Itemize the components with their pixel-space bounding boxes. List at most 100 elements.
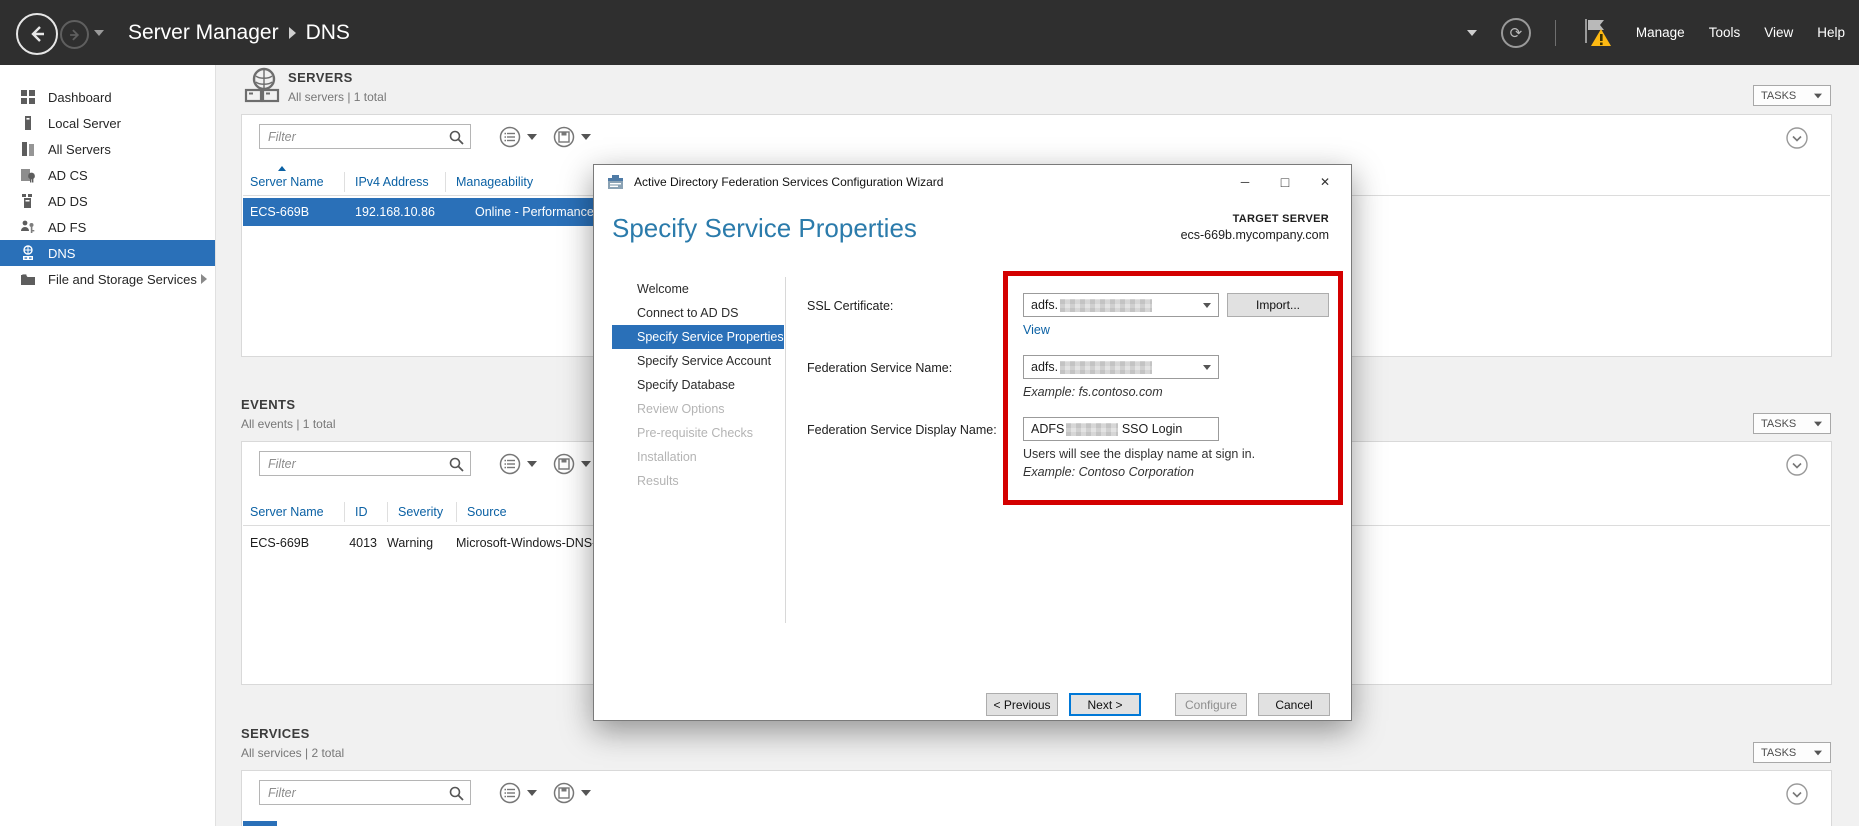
step-specify-database[interactable]: Specify Database [612,373,784,397]
events-collapse-button[interactable] [1785,453,1809,477]
sidebar-item-ad-ds[interactable]: AD DS [0,188,215,214]
servers-collapse-button[interactable] [1785,126,1809,150]
top-menu: ⟳ Manage Tools View Help [1467,0,1845,65]
sort-ascending-icon [278,166,286,171]
breadcrumb-app[interactable]: Server Manager [128,21,279,45]
services-collapse-button[interactable] [1785,782,1809,806]
adfs-wizard-dialog: Active Directory Federation Services Con… [593,164,1352,721]
certificate-icon [20,167,36,183]
events-view-options-button[interactable] [498,451,538,477]
target-server-block: TARGET SERVER ecs-669b.mycompany.com [1181,213,1329,242]
next-button[interactable]: Next > [1069,693,1141,716]
dialog-titlebar[interactable]: Active Directory Federation Services Con… [594,165,1351,198]
step-specify-service-account[interactable]: Specify Service Account [612,349,784,373]
import-button[interactable]: Import... [1227,293,1329,317]
search-icon [448,129,465,146]
servers-section-title: SERVERS [288,70,353,85]
servers-filter-input[interactable] [260,125,470,148]
menu-help[interactable]: Help [1817,25,1845,40]
notifications-flag-icon[interactable] [1580,17,1612,49]
sidebar-item-local-server[interactable]: Local Server [0,110,215,136]
list-options-icon [498,125,522,149]
dropdown-icon [581,134,591,140]
services-filter-input[interactable] [260,781,470,804]
servers-save-button[interactable] [552,124,592,150]
sidebar-item-dns[interactable]: DNS [0,240,215,266]
sidebar-item-dashboard[interactable]: Dashboard [0,84,215,110]
col-manageability[interactable]: Manageability [456,172,576,192]
servers-view-options-button[interactable] [498,124,538,150]
servers-table-header: Server Name IPv4 Address Manageability [250,172,576,192]
federation-display-name-input[interactable]: ADFS SSO Login [1023,417,1219,441]
services-tasks-button[interactable]: TASKS [1753,742,1831,763]
target-server-label: TARGET SERVER [1181,213,1329,225]
events-tasks-button[interactable]: TASKS [1753,413,1831,434]
col-ipv4-address[interactable]: IPv4 Address [355,172,435,192]
dropdown-icon [527,790,537,796]
federation-service-name-combo[interactable]: adfs. [1023,355,1219,379]
col-source[interactable]: Source [467,502,587,522]
configure-button: Configure [1175,693,1247,716]
cancel-button[interactable]: Cancel [1258,693,1330,716]
back-icon[interactable] [16,13,58,55]
window-controls: ─ □ ✕ [1225,165,1345,198]
menu-view[interactable]: View [1764,25,1793,40]
events-section-title: EVENTS [241,397,295,412]
menu-tools[interactable]: Tools [1709,25,1741,40]
dropdown-icon [581,461,591,467]
dropdown-icon [581,790,591,796]
previous-button[interactable]: < Previous [986,693,1058,716]
servers-tasks-button[interactable]: TASKS [1753,85,1831,106]
expand-chevron-icon[interactable] [201,274,207,284]
save-icon [552,781,576,805]
servers-section-subtitle: All servers | 1 total [288,90,386,104]
domain-server-icon [20,193,36,209]
events-filter-input[interactable] [260,452,470,475]
server-dropdown-icon[interactable] [1467,30,1477,36]
events-table-header: Server Name ID Severity Source [250,502,587,522]
tasks-dropdown-icon [1814,93,1822,98]
menu-manage[interactable]: Manage [1636,25,1685,40]
services-save-button[interactable] [552,780,592,806]
wizard-app-icon [607,173,624,193]
list-options-icon [498,452,522,476]
refresh-icon[interactable]: ⟳ [1501,18,1531,48]
fsdn-example-text: Example: Contoso Corporation [1023,465,1194,479]
services-view-options-button[interactable] [498,780,538,806]
step-welcome[interactable]: Welcome [612,277,784,301]
combo-dropdown-icon [1203,365,1211,370]
col-severity[interactable]: Severity [398,502,446,522]
sidebar-item-ad-cs[interactable]: AD CS [0,162,215,188]
cell-server-name: ECS-669B [243,205,334,219]
wizard-heading: Specify Service Properties [612,213,917,244]
nav-history-dropdown-icon[interactable] [94,30,104,36]
forward-icon [60,20,89,49]
display-name-note: Users will see the display name at sign … [1023,447,1255,461]
sidebar-item-file-storage-services[interactable]: File and Storage Services [0,266,215,292]
step-results: Results [612,469,784,493]
col-server-name[interactable]: Server Name [250,502,334,522]
services-panel [241,770,1832,826]
col-id[interactable]: ID [355,502,377,522]
step-prerequisite-checks: Pre-requisite Checks [612,421,784,445]
maximize-icon[interactable]: □ [1265,165,1305,198]
target-server-name: ecs-669b.mycompany.com [1181,228,1329,242]
redacted-value [1060,299,1152,312]
view-link[interactable]: View [1023,323,1050,337]
sidebar-item-all-servers[interactable]: All Servers [0,136,215,162]
ssl-certificate-label: SSL Certificate: [807,299,893,313]
save-icon [552,452,576,476]
step-connect-ad-ds[interactable]: Connect to AD DS [612,301,784,325]
col-server-name[interactable]: Server Name [250,172,334,192]
minimize-icon[interactable]: ─ [1225,165,1265,198]
server-manager-window: Server Manager DNS ⟳ Manage Tools View H… [0,0,1859,826]
ssl-certificate-combo[interactable]: adfs. [1023,293,1219,317]
events-save-button[interactable] [552,451,592,477]
federation-display-name-label: Federation Service Display Name: [807,423,997,437]
save-icon [552,125,576,149]
close-icon[interactable]: ✕ [1305,165,1345,198]
tasks-dropdown-icon [1814,750,1822,755]
step-specify-service-properties[interactable]: Specify Service Properties [612,325,784,349]
top-bar: Server Manager DNS ⟳ Manage Tools View H… [0,0,1859,65]
sidebar-item-ad-fs[interactable]: AD FS [0,214,215,240]
